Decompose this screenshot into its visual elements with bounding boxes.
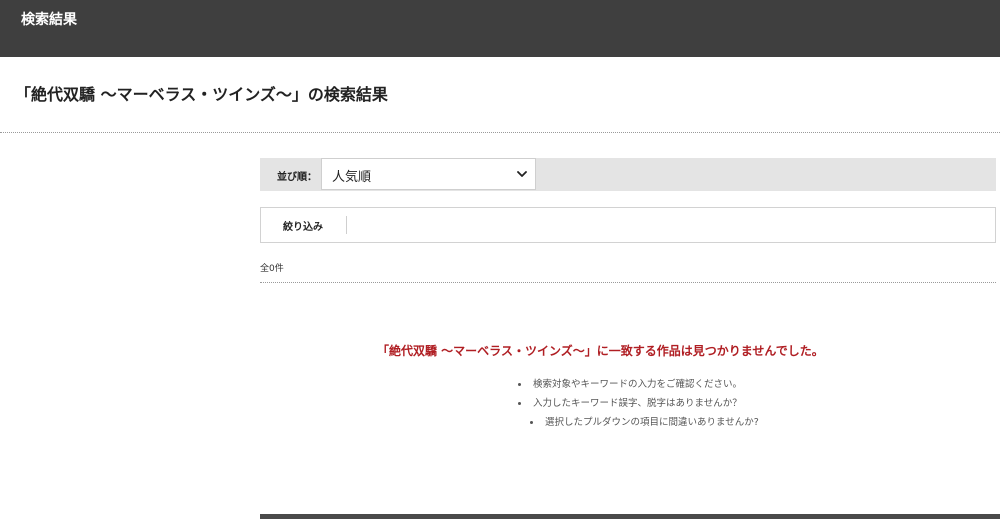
sort-bar: 並び順： 人気順 [260,158,996,191]
list-item: 検索対象やキーワードの入力をご確認ください。 [518,376,747,395]
sort-selected-value: 人気順 [332,170,372,185]
bullet-icon [530,421,533,424]
bullet-icon [518,402,521,405]
header-title: 検索結果 [21,12,77,28]
filter-panel: 絞り込み [260,207,996,243]
count-divider [260,282,996,283]
heading-divider [0,132,1000,133]
filter-toggle[interactable]: 絞り込み [283,218,323,233]
no-result-message: 「絶代双驕 ～マーベラス・ツインズ～」に一致する作品は見つかりませんでした。 [377,344,824,358]
list-item: 選択したプルダウンの項目に間違いありませんか? [530,414,759,433]
bullet-icon [518,383,521,386]
list-item: 入力したキーワード誤字、脱字はありませんか？ [518,395,747,414]
sort-label: 並び順： [277,172,317,183]
sort-order-select[interactable]: 人気順 [321,158,536,190]
chevron-down-icon [517,171,527,177]
filter-divider [346,216,347,234]
search-hints-list: 検索対象やキーワードの入力をご確認ください。 入力したキーワード誤字、脱字はあり… [518,376,759,433]
result-count: 全0件 [260,264,284,274]
top-header-bar: 検索結果 [0,0,1000,57]
footer-strip [260,514,1000,519]
page-title: 「絶代双驕 ～マーベラス・ツインズ～」の検索結果 [15,85,388,104]
